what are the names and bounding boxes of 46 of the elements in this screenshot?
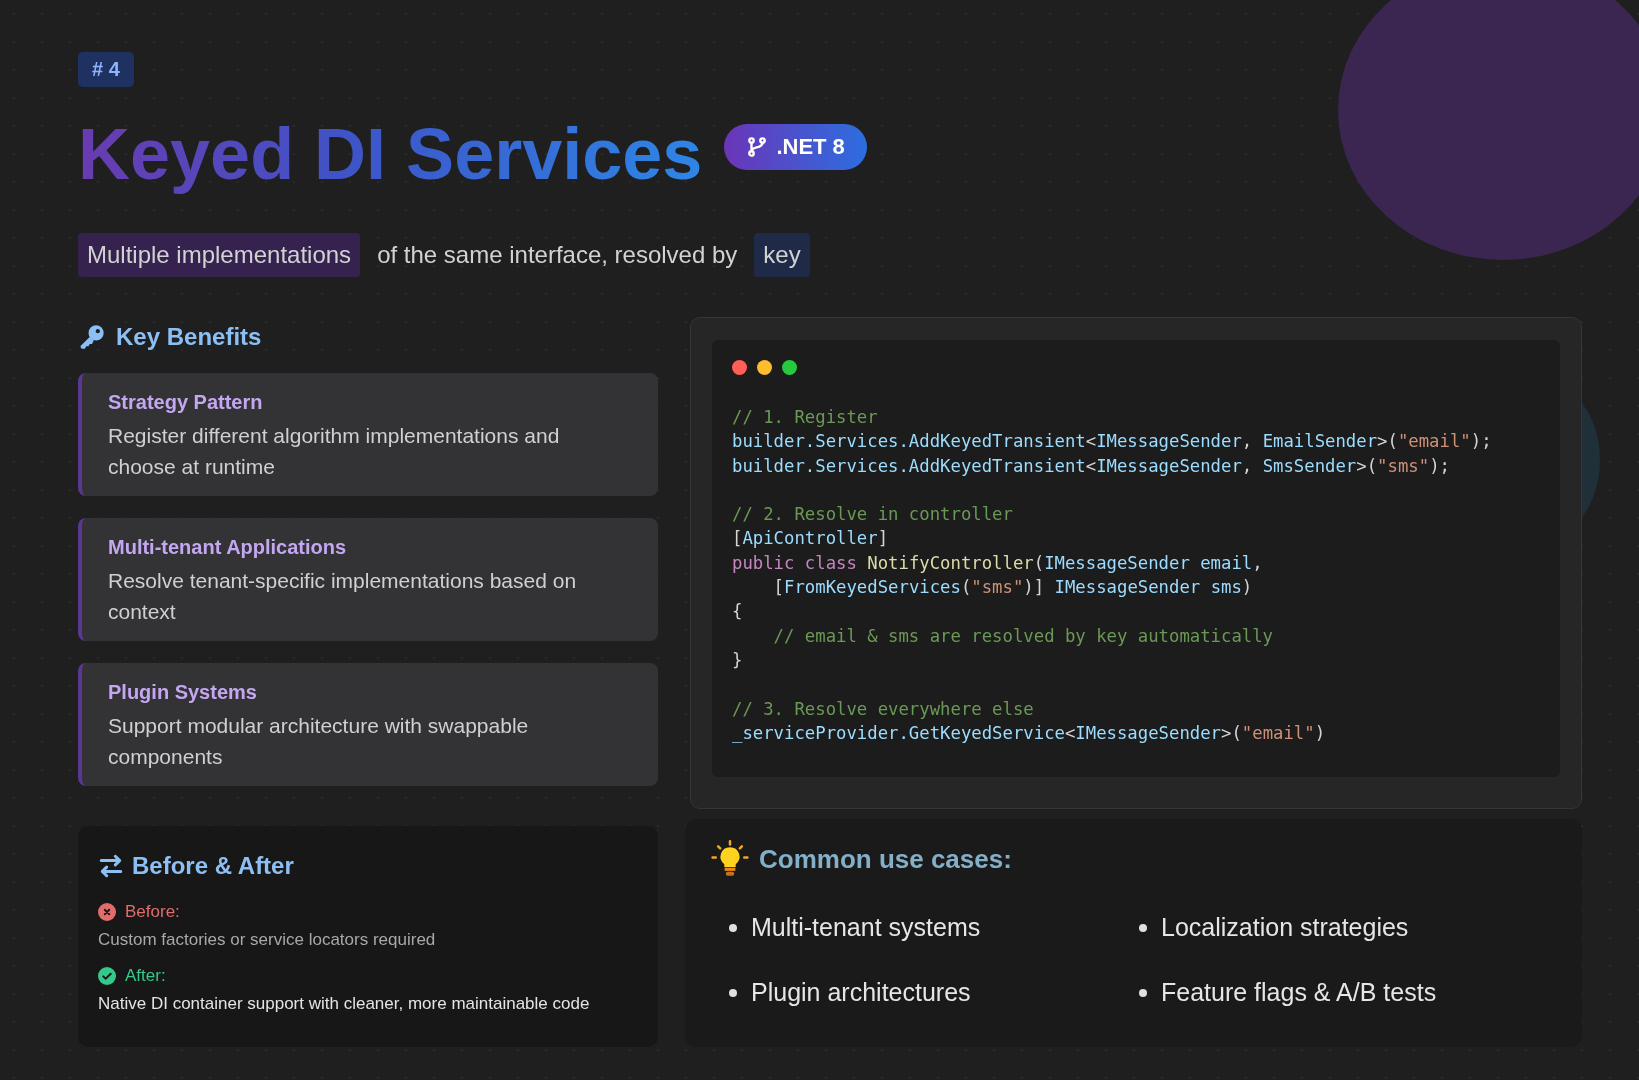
swap-arrows-icon <box>98 853 124 880</box>
bullet-icon <box>1139 988 1147 997</box>
window-control-icon <box>732 360 747 375</box>
status-label: Before: <box>125 902 180 923</box>
error-circle-icon <box>98 903 116 922</box>
code-line: builder.Services.AddKeyedTransient<IMessageSender, SmsSender>("sms"); <box>732 454 1450 478</box>
check-circle-icon <box>98 967 116 986</box>
card-title: Strategy Pattern <box>108 391 264 414</box>
use-case-item: Localization strategies <box>1161 913 1409 943</box>
number-badge: # 4 <box>78 52 134 87</box>
window-control-icon <box>757 360 772 375</box>
status-label: After: <box>125 966 166 987</box>
highlight-tag: Multiple implementations <box>78 233 361 277</box>
comparison-text: Custom factories or service locators required <box>98 930 437 951</box>
code-line: // email & sms are resolved by key automatically <box>772 624 1274 648</box>
section-heading: Key Benefits <box>116 323 262 351</box>
card-title: Multi-tenant Applications <box>108 536 348 559</box>
use-case-item: Feature flags & A/B tests <box>1161 978 1437 1008</box>
section-heading: Before & After <box>132 852 294 881</box>
highlight-tag: key <box>754 233 810 277</box>
section-heading: Common use cases: <box>759 843 1012 875</box>
card-description: Resolve tenant-specific implementations based on context <box>108 568 578 625</box>
subtitle-text: of the same interface, resolved by <box>376 240 739 270</box>
code-line: // 2. Resolve in controller <box>732 503 1013 527</box>
use-case-item: Multi-tenant systems <box>751 913 981 943</box>
window-control-icon <box>782 360 797 375</box>
bullet-icon <box>729 988 737 997</box>
code-line: } <box>732 648 743 672</box>
key-icon <box>78 323 106 351</box>
code-line: _serviceProvider.GetKeyedService<IMessageSender>("email") <box>732 721 1326 745</box>
use-case-item: Plugin architectures <box>751 978 971 1008</box>
card-description: Register different algorithm implementations and choose at runtime <box>108 423 561 480</box>
comparison-text: Native DI container support with cleaner, more maintainable code <box>98 994 591 1015</box>
version-pill: .NET 8 <box>724 124 867 170</box>
code-line: // 1. Register <box>732 406 878 429</box>
bullet-icon <box>729 923 737 932</box>
bullet-icon <box>1139 923 1147 932</box>
code-line: public class NotifyController(IMessageSender email, <box>732 551 1263 575</box>
code-line: // 3. Resolve everywhere else <box>732 697 1034 721</box>
card-title: Plugin Systems <box>108 681 258 704</box>
code-line: { <box>732 600 743 624</box>
card-description: Support modular architecture with swappable components <box>108 713 530 770</box>
code-line: builder.Services.AddKeyedTransient<IMessageSender, EmailSender>("email"); <box>732 430 1492 454</box>
code-line: [ApiController] <box>732 527 889 551</box>
branch-icon <box>746 136 769 158</box>
code-line: [FromKeyedServices("sms")] IMessageSender sms) <box>772 576 1253 600</box>
